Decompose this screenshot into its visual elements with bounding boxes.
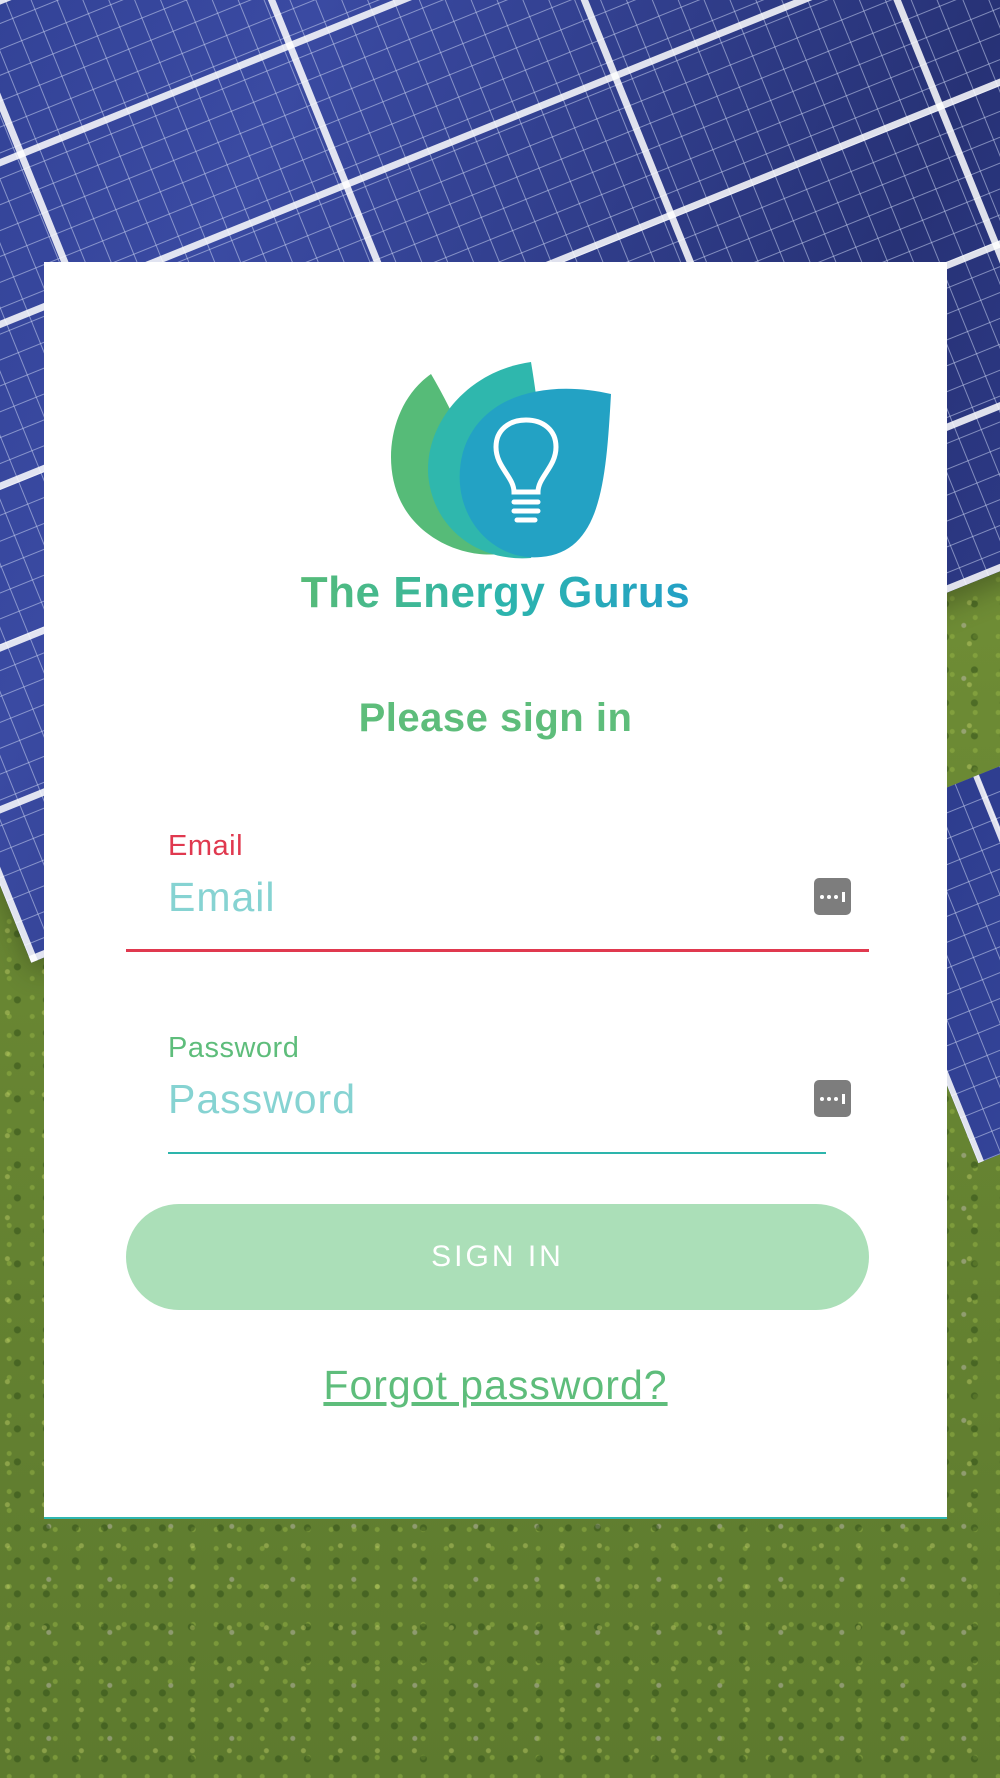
email-input[interactable]: Email — [168, 874, 276, 921]
email-underline — [126, 949, 869, 952]
password-field[interactable]: Password Password — [168, 1032, 851, 1154]
password-manager-key-icon[interactable] — [814, 1080, 851, 1117]
lightbulb-leaf-icon — [390, 362, 611, 559]
password-label: Password — [168, 1032, 300, 1064]
brand-name: The Energy Gurus — [300, 568, 691, 617]
login-screen: The Energy Gurus Please sign in Email Em… — [0, 0, 1000, 1778]
password-input[interactable]: Password — [168, 1076, 356, 1123]
forgot-password-link[interactable]: Forgot password? — [44, 1362, 947, 1409]
page-title: Please sign in — [358, 696, 633, 740]
dots-icon — [819, 1093, 845, 1104]
email-label: Email — [168, 830, 244, 862]
email-field[interactable]: Email Email — [126, 830, 869, 952]
brand-logo: The Energy Gurus — [44, 362, 947, 618]
dots-icon — [819, 891, 845, 902]
password-manager-key-icon[interactable] — [814, 878, 851, 915]
sign-in-button[interactable]: SIGN IN — [126, 1204, 869, 1310]
password-underline — [168, 1152, 826, 1154]
sign-in-card: The Energy Gurus Please sign in Email Em… — [44, 262, 947, 1519]
